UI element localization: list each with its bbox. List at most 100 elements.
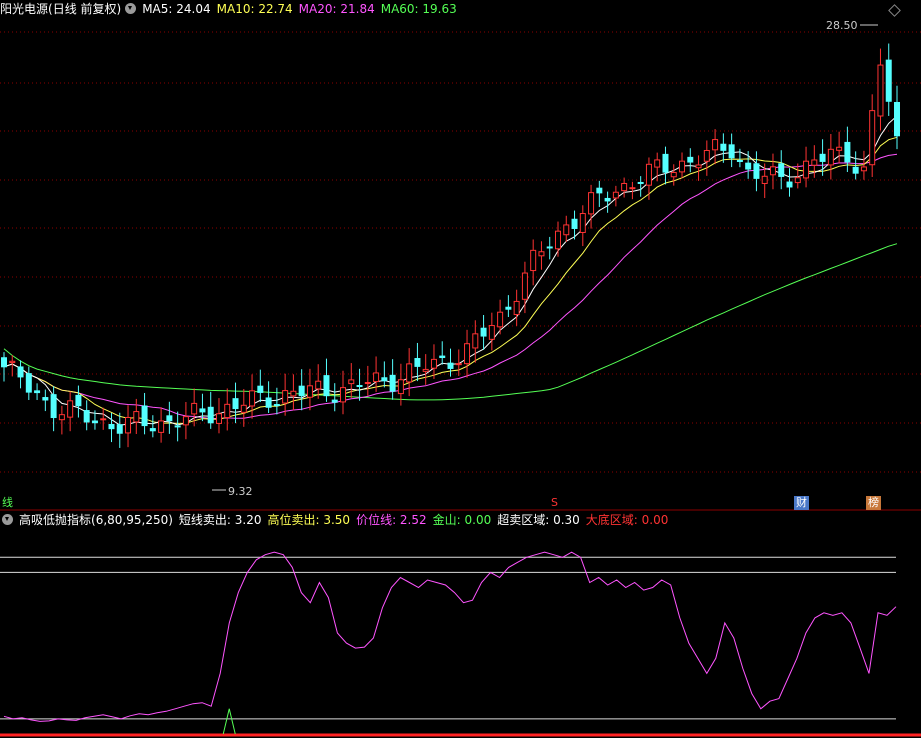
candle-body — [811, 159, 818, 166]
candle-body — [50, 394, 57, 419]
candle-body — [306, 385, 313, 398]
candle-body — [191, 402, 198, 415]
candle-body — [141, 405, 148, 427]
candle-body — [521, 272, 528, 300]
candle-body — [133, 411, 140, 423]
candle-body — [298, 385, 305, 397]
tag-bang[interactable]: 榜 — [866, 496, 881, 510]
candle-body — [381, 377, 388, 382]
candle-body — [108, 423, 115, 430]
candle-body — [199, 408, 206, 413]
candle-body — [331, 399, 338, 403]
candlesticks[interactable] — [1, 43, 900, 448]
price-level-line — [3, 551, 897, 722]
stock-name[interactable]: 阳光电源 — [0, 2, 48, 16]
indicator-legend: 短线卖出: 3.20 高位卖出: 3.50 价位线: 2.52 金山: 0.00 超卖区… — [179, 513, 674, 527]
ma-legend-item: MA20: 21.84 — [298, 2, 375, 16]
candle-body — [149, 428, 156, 432]
candle-body — [497, 311, 504, 328]
candle-body — [588, 192, 595, 215]
dropdown-icon[interactable] — [2, 514, 13, 525]
candle-body — [538, 251, 545, 257]
candle-body — [17, 366, 24, 378]
candle-body — [819, 153, 826, 162]
tag-cai[interactable]: 财 — [794, 496, 809, 510]
candle-body — [745, 162, 752, 170]
candle-body — [513, 300, 520, 316]
candle-body — [9, 360, 16, 364]
candle-body — [703, 149, 710, 162]
candle-body — [91, 420, 98, 424]
indicator-panel[interactable] — [0, 551, 921, 737]
indicator-legend-item: 大底区域: 0.00 — [585, 513, 669, 527]
candle-body — [844, 141, 851, 163]
candle-body — [158, 420, 165, 433]
candle-body — [323, 375, 330, 397]
candle-body — [174, 425, 181, 428]
candle-body — [885, 59, 892, 102]
candle-body — [282, 390, 289, 404]
candle-body — [877, 64, 884, 117]
candle-body — [414, 358, 421, 367]
candle-body — [1, 357, 7, 368]
ma5-line — [3, 115, 898, 426]
candle-body — [803, 160, 810, 179]
candle-body — [662, 153, 669, 173]
candle-body — [728, 144, 735, 159]
candle-body — [34, 390, 41, 394]
tag-s[interactable]: S — [549, 496, 560, 510]
indicator-params: (6,80,95,250) — [91, 513, 173, 527]
candle-body — [488, 325, 495, 340]
candle-body — [100, 418, 107, 421]
indicator-legend-item: 金山: 0.00 — [432, 513, 492, 527]
candle-body — [75, 394, 82, 407]
ma-legend-item: MA60: 19.63 — [380, 2, 457, 16]
candle-body — [447, 362, 454, 369]
candle-body — [116, 424, 123, 434]
period-label[interactable]: (日线 前复权) — [48, 2, 121, 16]
candle-body — [621, 182, 628, 192]
candle-body — [125, 416, 132, 434]
indicator-legend-item: 超卖区域: 0.30 — [497, 513, 580, 527]
candle-body — [596, 187, 603, 194]
dropdown-icon[interactable] — [125, 3, 137, 14]
price-header: 阳光电源(日线 前复权) MA5: 24.04 MA10: 22.74 MA20: 2… — [0, 0, 469, 18]
candle-body — [712, 139, 719, 151]
candle-body — [249, 390, 256, 407]
candle-body — [827, 148, 834, 166]
candle-body — [720, 143, 727, 151]
candle-body — [422, 368, 429, 372]
golden-mountain-spike — [222, 708, 236, 735]
candle-body — [439, 355, 446, 359]
tag-left[interactable]: 线 — [0, 496, 15, 510]
candle-body — [315, 380, 322, 390]
candle-body — [215, 413, 222, 424]
candle-body — [373, 372, 380, 383]
candle-body — [695, 164, 702, 169]
indicator-name[interactable]: 高吸低抛指标 — [19, 513, 91, 527]
candle-body — [389, 374, 396, 392]
ma-legend-item: MA10: 22.74 — [216, 2, 293, 16]
candle-body — [290, 390, 297, 397]
candle-body — [579, 213, 586, 233]
candle-body — [207, 406, 214, 424]
candle-body — [869, 110, 876, 166]
candle-body — [769, 166, 776, 176]
candle-body — [480, 327, 487, 337]
candle-body — [761, 175, 768, 184]
stock-chart[interactable]: 28.50 9.32 — [0, 0, 921, 738]
candle-body — [224, 403, 231, 419]
indicator-legend-item: 价位线: 2.52 — [356, 513, 427, 527]
candle-body — [736, 159, 743, 162]
candle-body — [612, 191, 619, 199]
candle-body — [364, 382, 371, 385]
candle-body — [265, 397, 272, 408]
price-grid — [0, 31, 921, 511]
indicator-legend-item: 高位卖出: 3.50 — [267, 513, 351, 527]
candle-body — [687, 156, 694, 163]
ma20-series — [3, 153, 898, 420]
high-price-label: 28.50 — [826, 19, 858, 32]
candle-body — [340, 387, 347, 403]
candle-body — [778, 163, 785, 177]
candle-body — [430, 358, 437, 369]
